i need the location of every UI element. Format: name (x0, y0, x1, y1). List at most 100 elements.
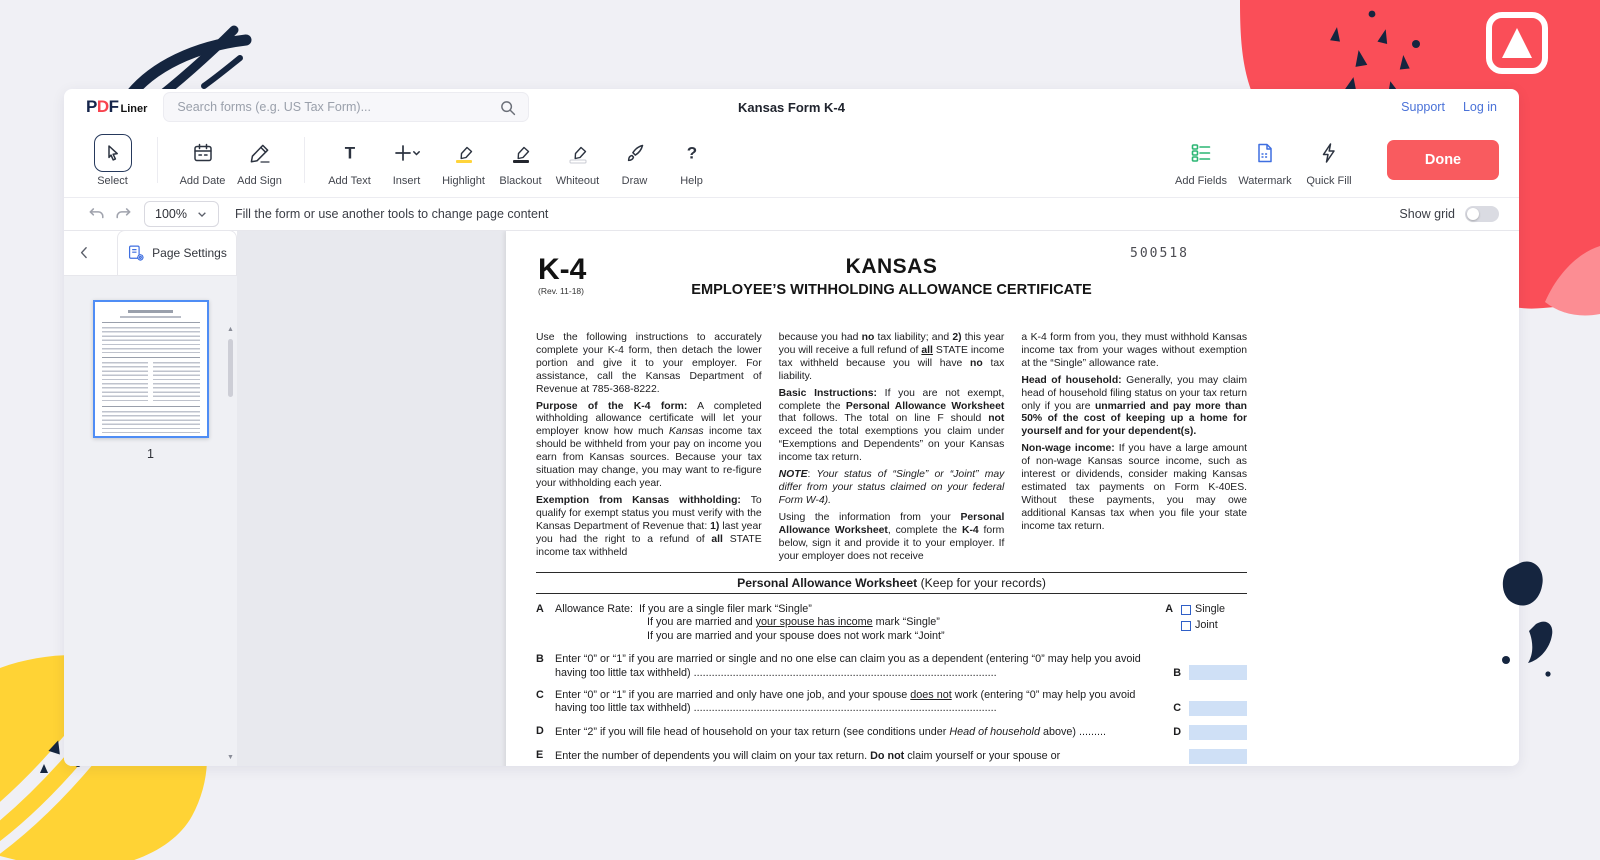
stage: PDF Liner Kansas Form K-4 Support Log in (0, 0, 1600, 860)
brush-icon (616, 134, 654, 172)
single-checkbox[interactable] (1181, 605, 1191, 615)
watermark-icon (1246, 134, 1284, 172)
chevron-down-icon (196, 209, 208, 219)
toolbar: Select Add Date Add Sign T Add Tex (64, 123, 1519, 197)
worksheet-line-c: C Enter “0” or “1” if you are married an… (536, 689, 1247, 716)
tab-page-settings[interactable]: Page Settings (117, 230, 237, 275)
line-text: Allowance Rate: If you are a single file… (555, 603, 1151, 616)
field-d[interactable] (1189, 725, 1247, 740)
topbar: PDF Liner Kansas Form K-4 Support Log in (64, 89, 1519, 123)
option-label: Single (1195, 603, 1225, 616)
line-text: Enter “0” or “1” if you are married and … (555, 689, 1159, 716)
page-thumbnail[interactable] (93, 300, 209, 438)
field-e[interactable] (1189, 749, 1247, 764)
paragraph: Exemption from Kansas withholding: To qu… (536, 495, 762, 560)
paragraph: NOTE: Your status of “Single” or “Joint”… (779, 469, 1005, 508)
help-icon: ? (673, 134, 711, 172)
line-text: If you are married and your spouse does … (555, 630, 1151, 643)
tool-add-sign[interactable]: Add Sign (231, 134, 288, 187)
tool-blackout[interactable]: Blackout (492, 134, 549, 187)
instruction-column-3: a K-4 form from you, they must withhold … (1021, 332, 1247, 567)
highlighter-icon (445, 134, 483, 172)
signature-pen-icon (241, 134, 279, 172)
tool-highlight[interactable]: Highlight (435, 134, 492, 187)
tool-add-date[interactable]: Add Date (174, 134, 231, 187)
lightning-icon (1310, 134, 1348, 172)
svg-text:?: ? (686, 143, 696, 162)
tool-help[interactable]: ? Help (663, 134, 720, 187)
search-input[interactable] (164, 93, 528, 121)
search-form (163, 92, 529, 122)
tool-add-text[interactable]: T Add Text (321, 134, 378, 187)
worksheet-heading: Personal Allowance Worksheet (Keep for y… (536, 572, 1247, 594)
allowance-options: Single Joint (1181, 603, 1247, 636)
line-letter: A (536, 603, 555, 616)
paragraph: a K-4 form from you, they must withhold … (1021, 332, 1247, 371)
scroll-up-arrow[interactable]: ▲ (225, 324, 236, 336)
paragraph: Use the following instructions to accura… (536, 332, 762, 397)
paragraph: Using the information from your Personal… (779, 512, 1005, 564)
line-text: If you are married and your spouse has i… (555, 616, 1151, 629)
redo-button[interactable] (110, 201, 136, 227)
collapse-panel-button[interactable] (64, 230, 106, 275)
form-title: KANSAS (626, 255, 1157, 279)
svg-text:T: T (344, 143, 355, 162)
line-text: Enter “0” or “1” if you are married or s… (555, 653, 1159, 680)
topbar-links: Support Log in (1401, 100, 1497, 114)
option-single[interactable]: Single (1181, 603, 1247, 616)
main-area: Page Settings 1 (64, 231, 1519, 766)
insert-plus-icon (388, 134, 426, 172)
paragraph: Non-wage income: If you have a large amo… (1021, 443, 1247, 533)
chevron-left-icon (76, 244, 94, 262)
instructions: Use the following instructions to accura… (536, 332, 1247, 567)
form-revision: (Rev. 11-18) (538, 286, 584, 296)
tool-select[interactable]: Select (84, 134, 141, 187)
pdfliner-logo[interactable]: PDF Liner (86, 97, 147, 117)
add-fields-icon (1182, 134, 1220, 172)
select-icon (94, 134, 132, 172)
tool-quick-fill[interactable]: Quick Fill (1297, 134, 1361, 187)
tool-add-fields[interactable]: Add Fields (1169, 134, 1233, 187)
page-settings-icon (127, 244, 146, 263)
right-panel (1277, 231, 1519, 766)
pages-panel-header: Page Settings (64, 231, 237, 276)
line-letter: C (536, 689, 555, 702)
search-icon[interactable] (497, 97, 519, 124)
subtoolbar: 100% Fill the form or use another tools … (64, 197, 1519, 231)
done-button[interactable]: Done (1387, 140, 1499, 180)
text-icon: T (331, 134, 369, 172)
line-letter: E (536, 749, 555, 762)
field-c[interactable] (1189, 701, 1247, 716)
pdf-page: 500518 K-4 (Rev. 11-18) KANSAS EMPLOYEE’… (506, 231, 1277, 766)
scroll-down-arrow[interactable]: ▼ (225, 752, 236, 764)
line-text: Enter “2” if you will file head of house… (555, 726, 1159, 739)
tool-draw[interactable]: Draw (606, 134, 663, 187)
tool-watermark[interactable]: Watermark (1233, 134, 1297, 187)
line-letter: D (536, 725, 555, 738)
support-link[interactable]: Support (1401, 100, 1445, 114)
worksheet-line-d: D Enter “2” if you will file head of hou… (536, 725, 1247, 740)
navy-drips (1330, 11, 1420, 97)
page-number: 1 (64, 447, 237, 461)
form-code: K-4 (538, 255, 586, 285)
show-grid-label: Show grid (1399, 207, 1455, 221)
tool-whiteout[interactable]: Whiteout (549, 134, 606, 187)
line-ref: A (1155, 603, 1173, 616)
login-link[interactable]: Log in (1463, 100, 1497, 114)
scrollbar-thumb[interactable] (228, 339, 233, 397)
field-b[interactable] (1189, 665, 1247, 680)
blackout-marker-icon (502, 134, 540, 172)
show-grid-toggle[interactable] (1465, 206, 1499, 222)
line-text: Enter the number of dependents you will … (555, 750, 1159, 763)
option-label: Joint (1195, 619, 1218, 632)
toggle-knob (1467, 208, 1479, 220)
line-letter: B (536, 653, 555, 666)
joint-checkbox[interactable] (1181, 621, 1191, 631)
worksheet-line-e: E Enter the number of dependents you wil… (536, 749, 1247, 764)
option-joint[interactable]: Joint (1181, 619, 1247, 632)
undo-button[interactable] (84, 201, 110, 227)
paragraph: because you had no tax liability; and 2)… (779, 332, 1005, 384)
zoom-select[interactable]: 100% (144, 201, 219, 227)
paragraph: Head of household: Generally, you may cl… (1021, 375, 1247, 440)
tool-insert[interactable]: Insert (378, 134, 435, 187)
